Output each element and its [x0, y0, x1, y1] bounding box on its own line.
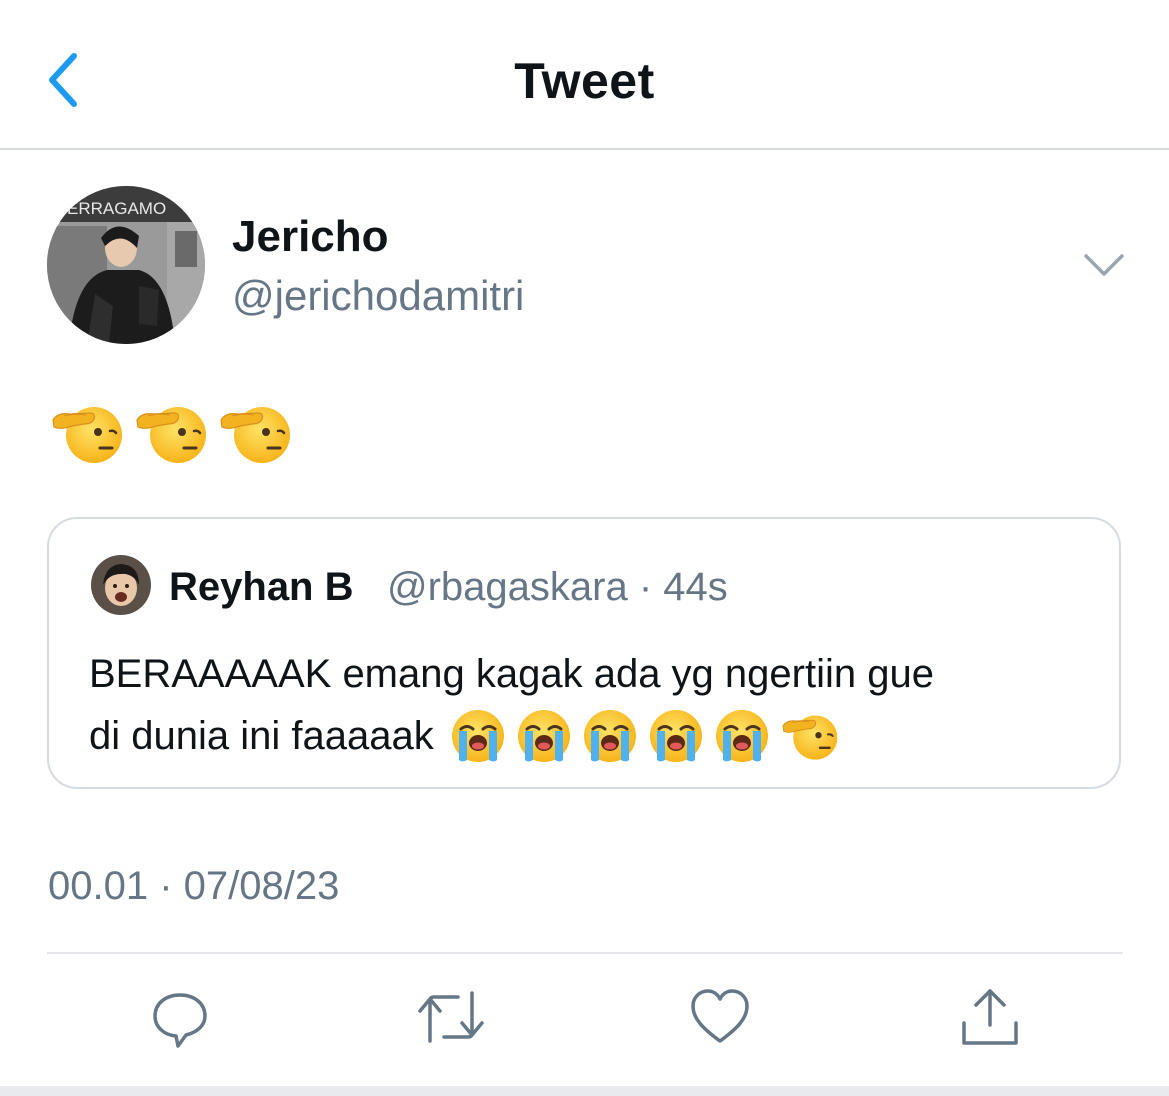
quoted-text-line2: di dunia ini faaaaak — [89, 714, 434, 758]
author-name[interactable]: Jericho — [232, 212, 389, 262]
author-avatar[interactable]: ERRAGAMO — [47, 186, 205, 344]
saluting-face-icon — [218, 400, 290, 466]
share-button[interactable] — [958, 985, 1022, 1049]
saluting-face-icon — [780, 710, 838, 762]
quoted-tweet-text: BERAAAAAK emang kagak ada yg ngertiin gu… — [89, 643, 1099, 767]
tweet-body — [50, 400, 290, 470]
heart-icon — [691, 989, 749, 1043]
saluting-face-icon — [134, 400, 206, 466]
quoted-author-avatar — [91, 555, 151, 615]
tweet-timestamp: 00.01 · 07/08/23 — [48, 864, 340, 908]
quoted-emojis — [450, 708, 838, 764]
retweet-icon — [418, 991, 484, 1043]
like-button[interactable] — [688, 985, 752, 1049]
more-options-button[interactable] — [1080, 248, 1128, 282]
divider — [47, 952, 1123, 954]
saluting-face-icon — [50, 400, 122, 466]
bottom-separator — [0, 1086, 1169, 1096]
share-icon — [962, 989, 1018, 1045]
quoted-author-name: Reyhan B — [169, 565, 354, 609]
page-title: Tweet — [514, 53, 655, 109]
reply-button[interactable] — [148, 985, 212, 1049]
loudly-crying-face-icon — [648, 708, 704, 764]
chevron-down-icon — [1084, 254, 1124, 276]
quoted-text-line1: BERAAAAAK emang kagak ada yg ngertiin gu… — [89, 652, 934, 696]
speech-bubble-icon — [153, 993, 207, 1048]
avatar-caption: ERRAGAMO — [67, 199, 166, 218]
loudly-crying-face-icon — [582, 708, 638, 764]
loudly-crying-face-icon — [714, 708, 770, 764]
retweet-button[interactable] — [416, 985, 484, 1049]
action-bar — [0, 985, 1169, 1059]
quoted-handle-time: @rbagaskara · 44s — [387, 565, 728, 609]
author-handle[interactable]: @jerichodamitri — [232, 272, 524, 320]
quoted-tweet-card[interactable]: Reyhan B @rbagaskara · 44s BERAAAAAK ema… — [47, 517, 1121, 789]
navigation-bar: Tweet — [0, 0, 1169, 150]
loudly-crying-face-icon — [450, 708, 506, 764]
loudly-crying-face-icon — [516, 708, 572, 764]
quoted-text-line2-row: di dunia ini faaaaak — [89, 705, 1099, 767]
